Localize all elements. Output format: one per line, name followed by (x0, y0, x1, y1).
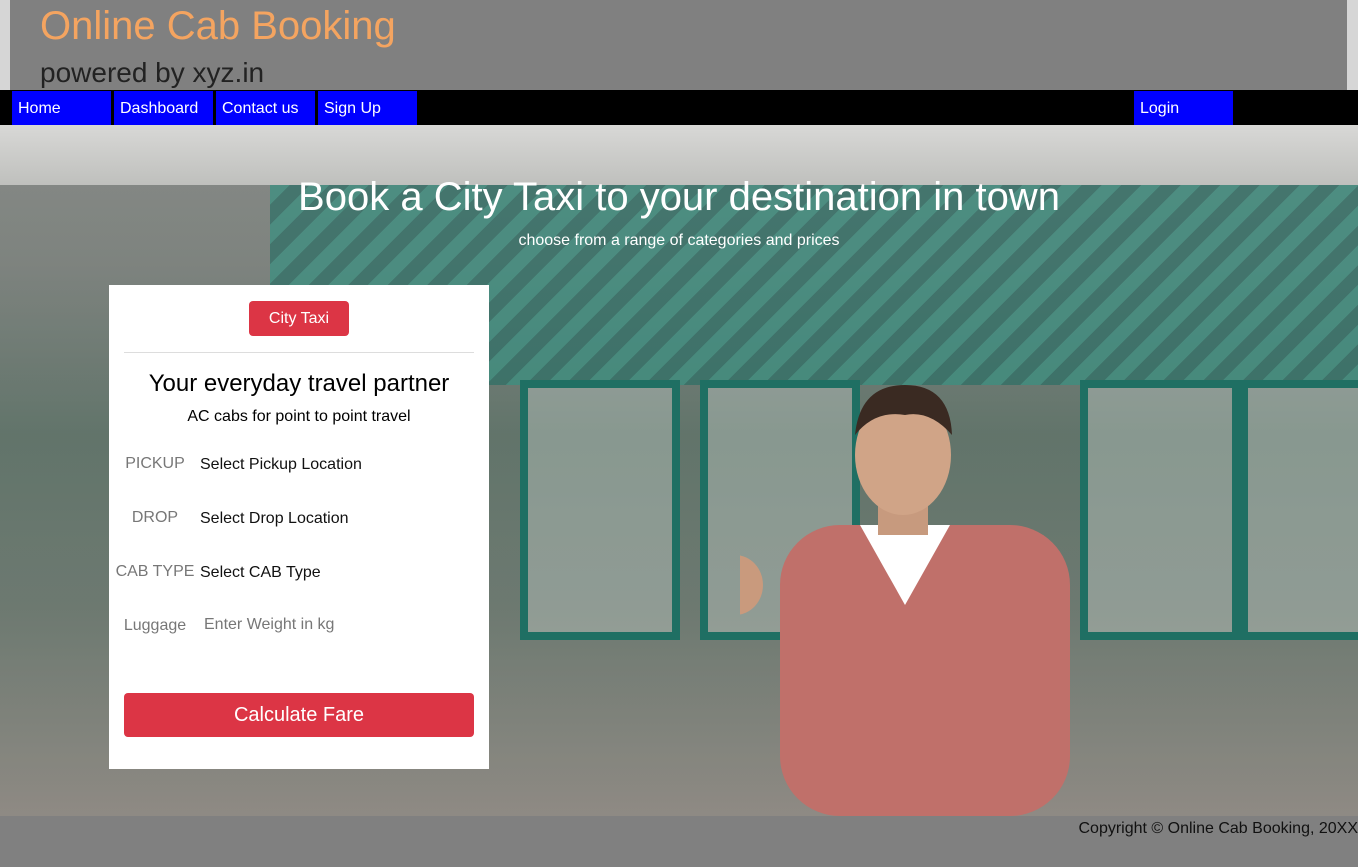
header-edge-right (1347, 0, 1358, 90)
booking-card: City Taxi Your everyday travel partner A… (109, 285, 489, 769)
header-edge-left (0, 0, 10, 90)
hero-background-window (1240, 380, 1358, 640)
luggage-weight-input[interactable] (196, 611, 466, 639)
navbar: Home Dashboard Contact us Sign Up Login (0, 90, 1358, 125)
site-title: Online Cab Booking (40, 4, 396, 48)
hero-background-window (1080, 380, 1240, 640)
site-footer: Copyright © Online Cab Booking, 20XX (0, 816, 1358, 867)
cab-type-select[interactable]: Select CAB Type (200, 564, 321, 582)
hero-section: Book a City Taxi to your destination in … (0, 125, 1358, 816)
luggage-label: Luggage (123, 617, 187, 634)
booking-card-title: Your everyday travel partner (148, 370, 450, 397)
pickup-select[interactable]: Select Pickup Location (200, 456, 362, 474)
booking-card-subtitle: AC cabs for point to point travel (187, 408, 411, 425)
nav-contact-button[interactable]: Contact us (216, 91, 315, 125)
site-subtitle: powered by xyz.in (40, 57, 265, 88)
nav-dashboard-button[interactable]: Dashboard (114, 91, 213, 125)
nav-login-button[interactable]: Login (1134, 91, 1233, 125)
hero-person-image (740, 385, 1070, 816)
card-divider (124, 352, 474, 353)
drop-select[interactable]: Select Drop Location (200, 510, 349, 528)
drop-label: DROP (131, 509, 179, 526)
hero-subheading: choose from a range of categories and pr… (518, 232, 840, 249)
site-header: Online Cab Booking powered by xyz.in (10, 0, 1347, 90)
hero-heading: Book a City Taxi to your destination in … (298, 175, 1060, 219)
footer-copyright: Copyright © Online Cab Booking, 20XX (1078, 820, 1358, 837)
cab-type-label: CAB TYPE (115, 563, 195, 580)
city-taxi-button[interactable]: City Taxi (249, 301, 349, 336)
nav-home-button[interactable]: Home (12, 91, 111, 125)
pickup-label: PICKUP (125, 455, 185, 472)
nav-signup-button[interactable]: Sign Up (318, 91, 417, 125)
calculate-fare-button[interactable]: Calculate Fare (124, 693, 474, 737)
hero-background-window (520, 380, 680, 640)
